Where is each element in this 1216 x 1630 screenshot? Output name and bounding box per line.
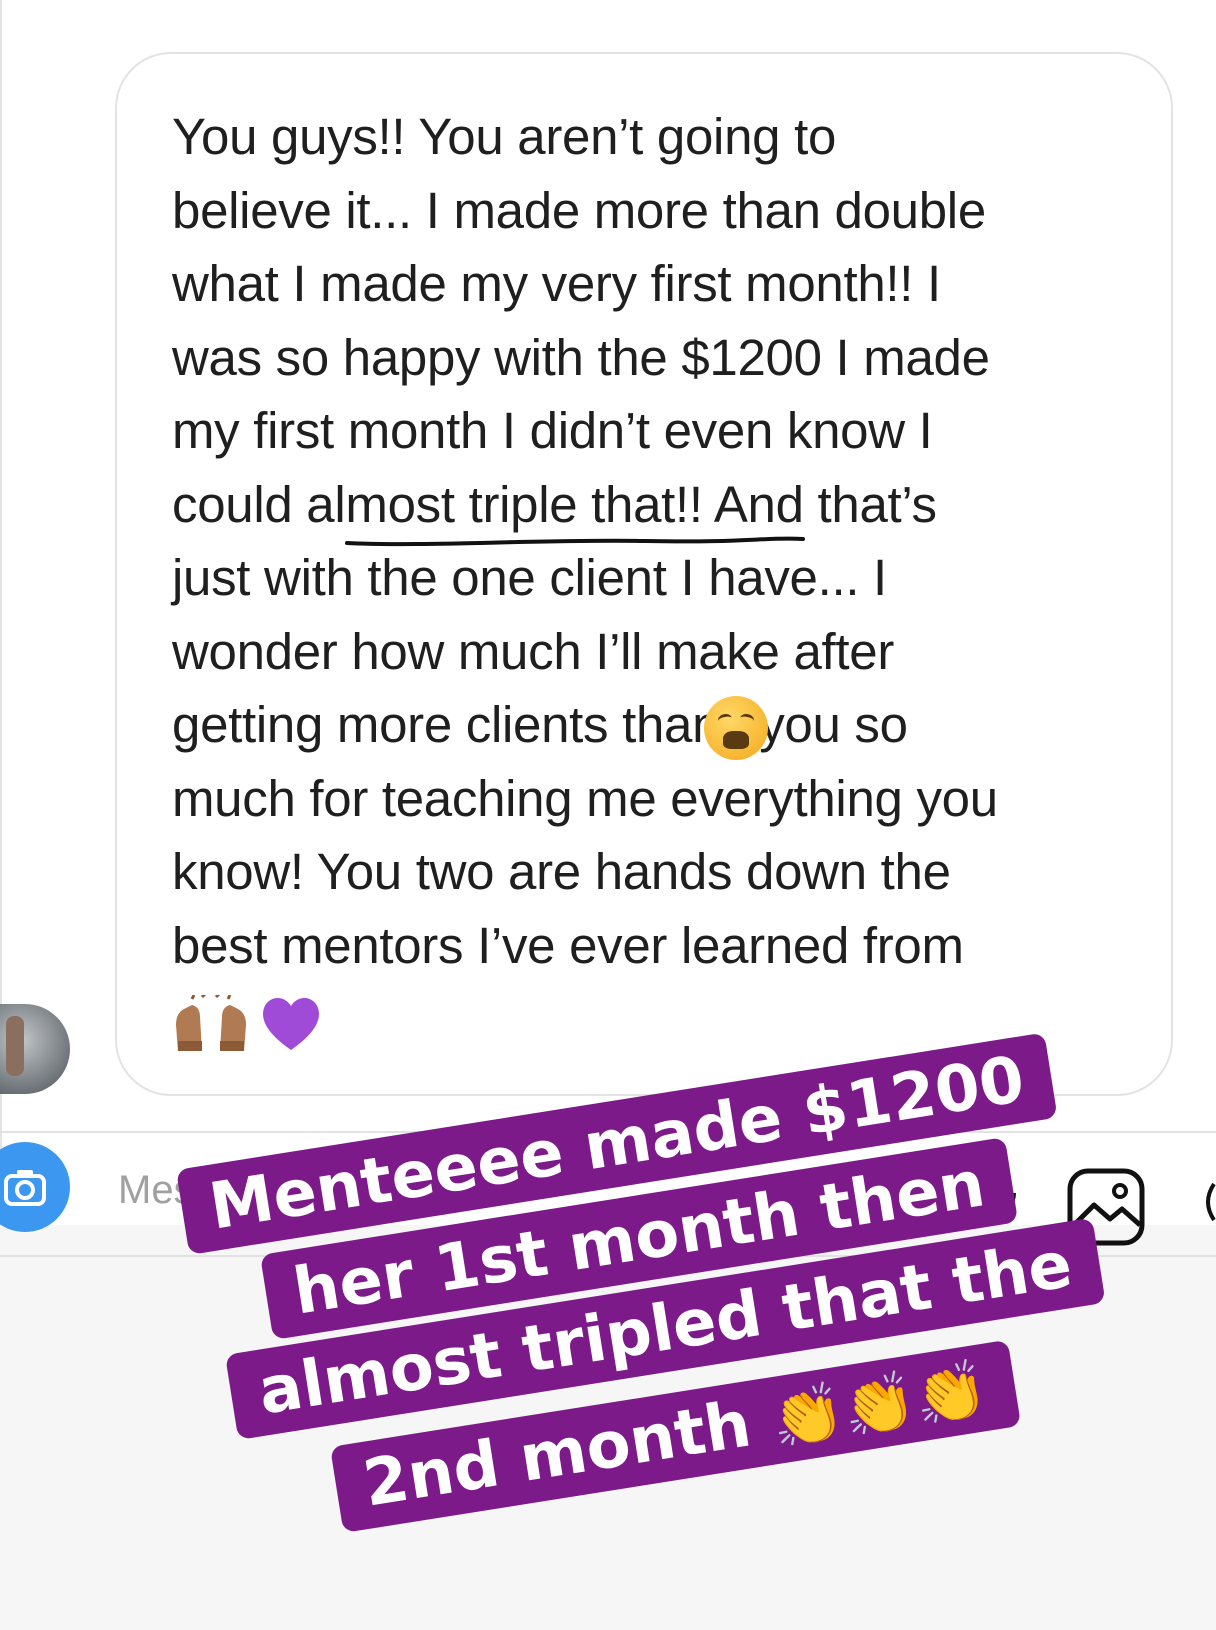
camera-icon — [4, 1170, 46, 1206]
underline-annotation — [345, 536, 805, 547]
avatar-image — [6, 1016, 24, 1076]
keyboard-area — [0, 1225, 1216, 1630]
composer-divider — [0, 1131, 1216, 1133]
gallery-icon[interactable] — [1066, 1167, 1146, 1247]
sticker-icon[interactable] — [1198, 1182, 1216, 1222]
avatar[interactable] — [0, 1004, 70, 1094]
raising-hands-icon — [176, 995, 246, 1051]
microphone-icon[interactable] — [976, 1167, 1016, 1219]
camera-button[interactable] — [0, 1142, 70, 1232]
composer-divider-bottom — [0, 1255, 1216, 1257]
weary-face-icon — [704, 696, 768, 760]
message-input[interactable]: Mes — [118, 1168, 194, 1213]
purple-heart-icon — [263, 997, 319, 1050]
